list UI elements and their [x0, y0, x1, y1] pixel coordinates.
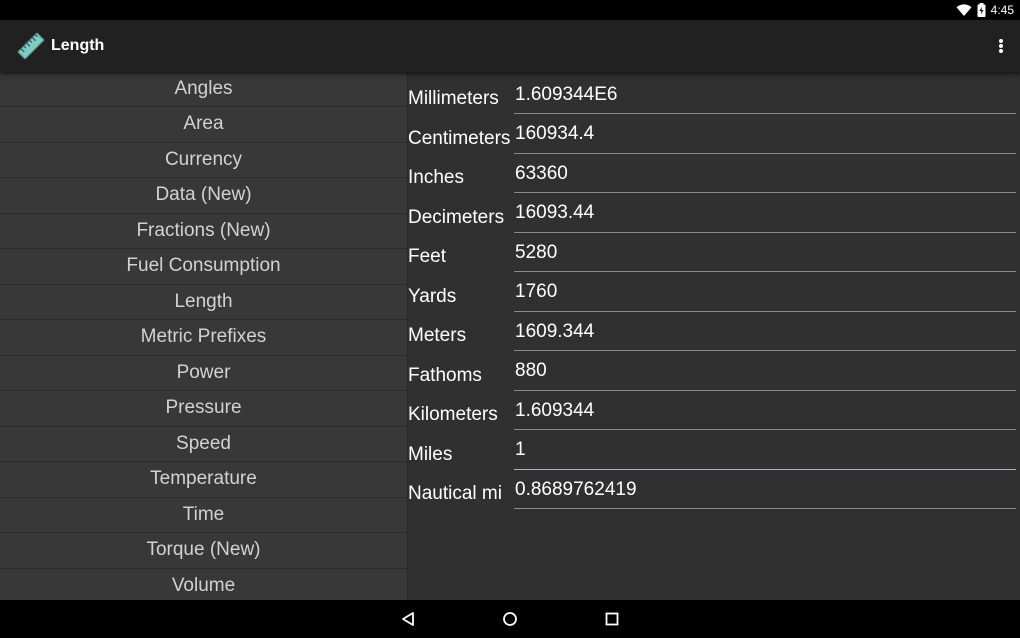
- unit-row-miles: Miles: [408, 432, 1020, 472]
- unit-label: Kilometers: [408, 404, 498, 425]
- yards-field[interactable]: [514, 277, 1016, 312]
- wifi-icon: [956, 3, 972, 16]
- decimeters-field[interactable]: [514, 198, 1016, 233]
- category-item-angles[interactable]: Angles: [0, 72, 407, 107]
- category-item-temperature[interactable]: Temperature: [0, 462, 407, 498]
- unit-label: Yards: [408, 285, 457, 307]
- ruler-icon: [17, 32, 45, 60]
- category-item-fractions[interactable]: Fractions (New): [0, 214, 407, 249]
- kilometers-field[interactable]: [514, 396, 1016, 430]
- millimeters-field[interactable]: [514, 80, 1016, 114]
- status-time: 4:45: [990, 3, 1014, 17]
- unit-row-meters: Meters: [408, 313, 1020, 353]
- centimeters-field[interactable]: [514, 119, 1016, 154]
- app-title: Length: [51, 37, 105, 54]
- app-bar: Length: [0, 20, 1020, 72]
- unit-row-kilometers: Kilometers: [408, 392, 1020, 432]
- category-item-time[interactable]: Time: [0, 498, 407, 533]
- unit-label: Miles: [408, 443, 453, 465]
- unit-label: Feet: [408, 246, 447, 267]
- unit-label: Millimeters: [408, 88, 499, 109]
- unit-label: Centimeters: [408, 127, 511, 149]
- category-item-metric-prefixes[interactable]: Metric Prefixes: [0, 320, 407, 356]
- back-icon[interactable]: [398, 609, 418, 629]
- unit-row-nautical-miles: Nautical mi: [408, 471, 1020, 511]
- fathoms-field[interactable]: [514, 356, 1016, 391]
- unit-label: Fathoms: [408, 364, 482, 386]
- battery-icon: [977, 3, 986, 17]
- navigation-bar: [0, 600, 1020, 638]
- category-item-pressure[interactable]: Pressure: [0, 391, 407, 427]
- unit-label: Inches: [408, 167, 464, 188]
- category-item-length[interactable]: Length: [0, 285, 407, 320]
- inches-field[interactable]: [514, 159, 1016, 193]
- category-item-data[interactable]: Data (New): [0, 178, 407, 214]
- miles-field[interactable]: [514, 435, 1016, 470]
- overflow-menu-icon[interactable]: [994, 36, 1008, 56]
- conversion-panel: Millimeters Centimeters Inches Decimeter…: [408, 72, 1020, 600]
- nautical-miles-field[interactable]: [514, 475, 1016, 509]
- category-item-power[interactable]: Power: [0, 356, 407, 391]
- unit-label: Decimeters: [408, 206, 505, 228]
- unit-row-feet: Feet: [408, 234, 1020, 274]
- status-bar: 4:45: [0, 0, 1020, 20]
- unit-row-inches: Inches: [408, 155, 1020, 195]
- unit-row-millimeters: Millimeters: [408, 76, 1020, 116]
- category-item-fuel-consumption[interactable]: Fuel Consumption: [0, 249, 407, 285]
- category-item-speed[interactable]: Speed: [0, 427, 407, 462]
- recents-icon[interactable]: [602, 609, 622, 629]
- category-item-volume[interactable]: Volume: [0, 569, 407, 601]
- unit-row-fathoms: Fathoms: [408, 353, 1020, 393]
- home-icon[interactable]: [500, 609, 520, 629]
- unit-row-yards: Yards: [408, 274, 1020, 314]
- unit-row-centimeters: Centimeters: [408, 116, 1020, 156]
- category-item-torque[interactable]: Torque (New): [0, 533, 407, 569]
- category-item-area[interactable]: Area: [0, 107, 407, 143]
- status-icons: 4:45: [956, 2, 1014, 18]
- feet-field[interactable]: [514, 238, 1016, 272]
- category-list: Angles Area Currency Data (New) Fraction…: [0, 72, 407, 600]
- unit-label: Meters: [408, 325, 467, 346]
- category-item-currency[interactable]: Currency: [0, 143, 407, 178]
- unit-label: Nautical mi: [408, 483, 502, 504]
- meters-field[interactable]: [514, 317, 1016, 351]
- unit-row-decimeters: Decimeters: [408, 195, 1020, 235]
